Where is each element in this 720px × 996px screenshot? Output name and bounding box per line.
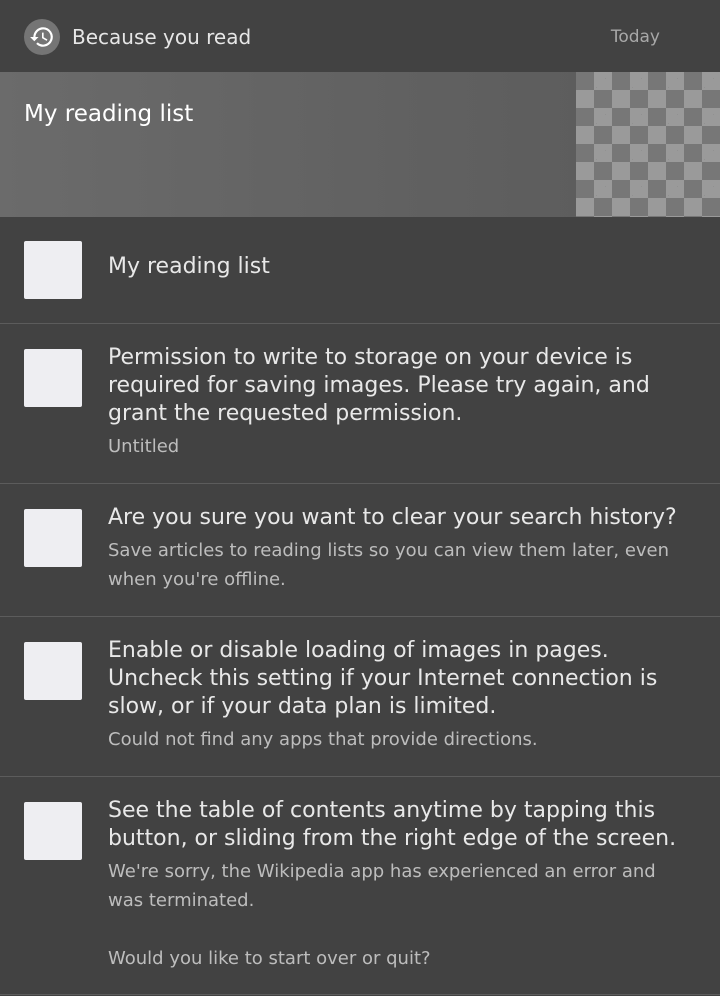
history-icon: [24, 19, 60, 55]
list-item[interactable]: Enable or disable loading of images in p…: [0, 617, 720, 777]
featured-banner[interactable]: My reading list: [0, 72, 720, 217]
item-title: See the table of contents anytime by tap…: [108, 798, 677, 851]
item-title: Are you sure you want to clear your sear…: [108, 505, 677, 530]
item-thumbnail: [24, 509, 82, 567]
item-title: Permission to write to storage on your d…: [108, 345, 650, 426]
banner-placeholder-image: [576, 72, 720, 217]
header-date: Today: [610, 27, 660, 47]
item-title: My reading list: [108, 254, 270, 279]
item-thumbnail: [24, 349, 82, 407]
list-item[interactable]: My reading list: [0, 217, 720, 324]
item-subtitle: We're sorry, the Wikipedia app has exper…: [108, 861, 656, 969]
item-subtitle: Save articles to reading lists so you ca…: [108, 540, 670, 590]
card-header[interactable]: Because you read Today: [0, 0, 720, 72]
list-item[interactable]: Permission to write to storage on your d…: [0, 324, 720, 484]
banner-title: My reading list: [24, 101, 194, 127]
header-title: Because you read: [72, 25, 252, 49]
list-item[interactable]: See the table of contents anytime by tap…: [0, 777, 720, 995]
item-subtitle: Could not find any apps that provide dir…: [108, 729, 538, 750]
suggestion-list: My reading list Permission to write to s…: [0, 217, 720, 995]
item-thumbnail: [24, 802, 82, 860]
item-title: Enable or disable loading of images in p…: [108, 638, 658, 719]
item-thumbnail: [24, 241, 82, 299]
item-subtitle: Untitled: [108, 436, 180, 457]
item-thumbnail: [24, 642, 82, 700]
list-item[interactable]: Are you sure you want to clear your sear…: [0, 484, 720, 617]
